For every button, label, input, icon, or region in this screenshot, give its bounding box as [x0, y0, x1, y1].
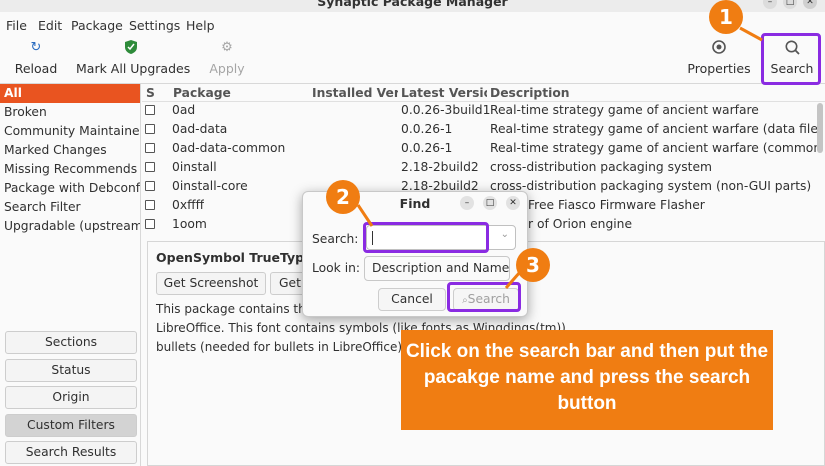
step-badge-3: 3	[516, 248, 550, 282]
instruction-callout: Click on the search bar and then put the…	[401, 330, 773, 430]
step-badge-1: 1	[709, 0, 743, 34]
synaptic-window: Synaptic Package Manager – □ ✕ File Edit…	[0, 0, 825, 466]
step-badge-2: 2	[326, 180, 360, 214]
